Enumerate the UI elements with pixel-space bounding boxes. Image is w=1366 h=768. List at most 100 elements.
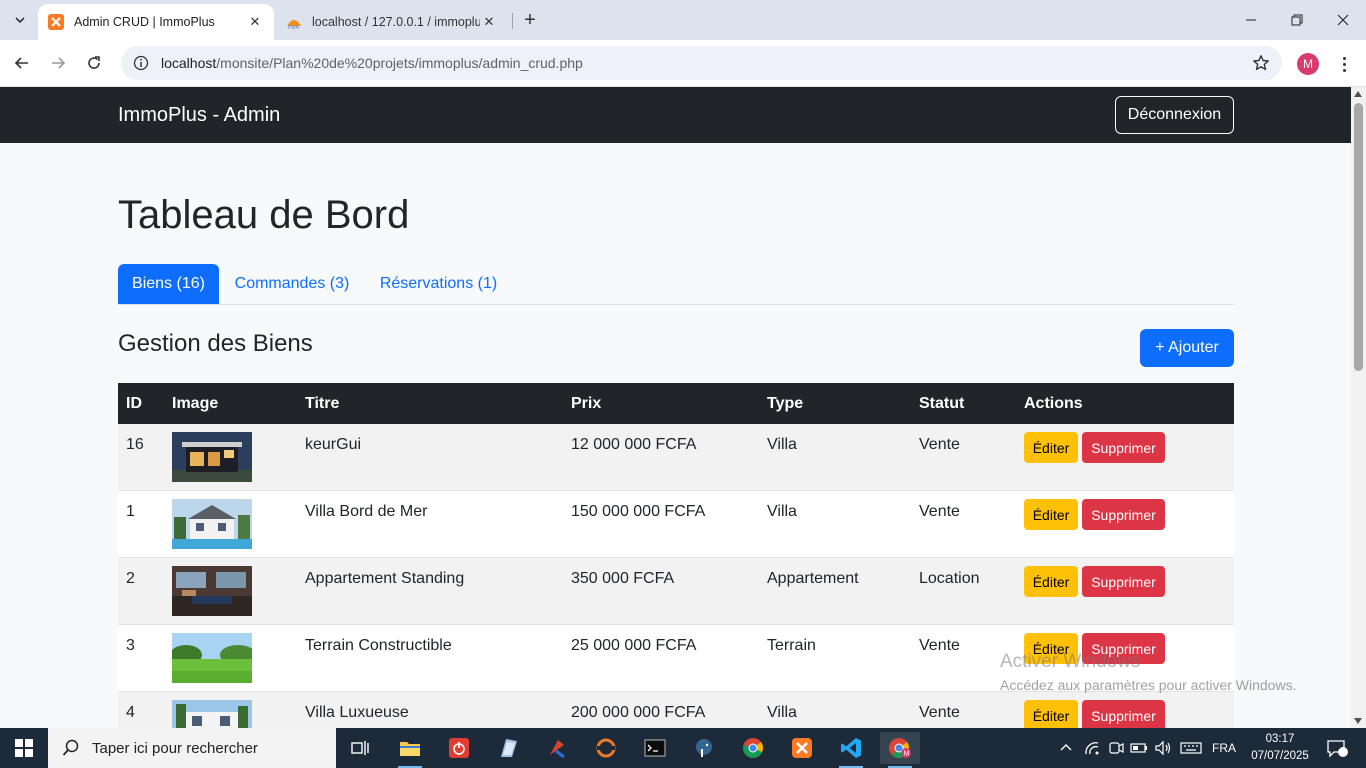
- cell-id: 3: [126, 637, 135, 654]
- tab-title: localhost / 127.0.0.1 / immoplus: [312, 15, 480, 29]
- taskbar-search-box[interactable]: Taper ici pour rechercher: [48, 728, 336, 768]
- battery-icon[interactable]: [1130, 740, 1148, 756]
- clock-time: 03:17: [1265, 733, 1295, 745]
- taskbar-xampp[interactable]: [782, 732, 822, 764]
- close-tab-icon[interactable]: ✕: [480, 13, 498, 31]
- chevron-up-icon[interactable]: [1058, 740, 1074, 756]
- property-thumbnail: [172, 499, 252, 549]
- edit-button[interactable]: Éditer: [1024, 499, 1078, 530]
- table-header: ID Image Titre Prix Type Statut Actions: [118, 383, 1234, 424]
- system-tray: FRA: [1058, 728, 1236, 768]
- delete-button[interactable]: Supprimer: [1082, 700, 1165, 728]
- logout-button[interactable]: Déconnexion: [1115, 96, 1234, 134]
- scroll-up-icon[interactable]: [1354, 91, 1362, 97]
- task-view-button[interactable]: [340, 732, 380, 764]
- cell-id: 16: [126, 436, 144, 453]
- taskbar-app-eclipse[interactable]: [586, 732, 626, 764]
- cell-prix: 200 000 000 FCFA: [571, 704, 706, 721]
- page-title: Tableau de Bord: [118, 193, 410, 237]
- site-info-icon[interactable]: [133, 55, 149, 71]
- activation-watermark-title: Activer Windows: [1000, 651, 1141, 672]
- notification-count: 2: [1335, 741, 1341, 752]
- chrome-profile-icon: M: [889, 738, 911, 758]
- tab-separator: [512, 13, 513, 29]
- add-property-button[interactable]: + Ajouter: [1140, 329, 1234, 367]
- cell-prix: 25 000 000 FCFA: [571, 637, 697, 654]
- delete-button[interactable]: Supprimer: [1082, 432, 1165, 463]
- xampp-icon: [792, 738, 812, 758]
- tab-reservations[interactable]: Réservations (1): [365, 264, 512, 304]
- tab-commandes[interactable]: Commandes (3): [219, 264, 365, 304]
- edit-button[interactable]: Éditer: [1024, 566, 1078, 597]
- windows-taskbar: Taper ici pour rechercher M FRA 03:17 07…: [0, 728, 1366, 768]
- edit-button[interactable]: Éditer: [1024, 432, 1078, 463]
- cell-prix: 150 000 000 FCFA: [571, 503, 706, 520]
- cell-type: Terrain: [767, 637, 816, 654]
- edit-button[interactable]: Éditer: [1024, 700, 1078, 728]
- arrow-right-icon: [52, 57, 66, 69]
- keyboard-icon[interactable]: [1180, 740, 1202, 756]
- page-scrollbar[interactable]: [1351, 87, 1366, 728]
- bookmark-star-icon[interactable]: [1252, 54, 1270, 72]
- taskbar-vscode[interactable]: [831, 732, 871, 768]
- network-icon[interactable]: [1084, 740, 1102, 756]
- cell-statut: Vente: [919, 503, 960, 520]
- scroll-down-icon[interactable]: [1354, 718, 1362, 724]
- browser-toolbar: localhost/monsite/Plan%20de%20projets/im…: [0, 40, 1366, 87]
- restore-button[interactable]: [1274, 0, 1320, 40]
- cell-titre: Villa Bord de Mer: [305, 503, 428, 520]
- property-thumbnail: [172, 432, 252, 482]
- chevron-down-icon: [15, 17, 25, 24]
- back-button[interactable]: [8, 49, 36, 77]
- property-thumbnail: [172, 566, 252, 616]
- brand-title[interactable]: ImmoPlus - Admin: [118, 104, 280, 127]
- meet-now-icon[interactable]: [1108, 740, 1124, 756]
- minimize-button[interactable]: [1228, 0, 1274, 40]
- taskbar-app-notes[interactable]: [488, 732, 528, 764]
- close-window-button[interactable]: [1320, 0, 1366, 40]
- delete-button[interactable]: Supprimer: [1082, 566, 1165, 597]
- taskbar-file-explorer[interactable]: [390, 732, 430, 768]
- header-image: Image: [172, 395, 219, 412]
- forward-button[interactable]: [44, 49, 72, 77]
- xampp-favicon-icon: [48, 14, 64, 30]
- cell-prix: 12 000 000 FCFA: [571, 436, 697, 453]
- search-placeholder: Taper ici pour rechercher: [92, 739, 258, 757]
- browser-tab-admin[interactable]: Admin CRUD | ImmoPlus ✕: [38, 4, 274, 40]
- cell-id: 4: [126, 704, 135, 721]
- taskbar-terminal[interactable]: [635, 732, 675, 764]
- browser-tab-phpmyadmin[interactable]: PMA localhost / 127.0.0.1 / immoplus ✕: [276, 4, 508, 40]
- arrow-left-icon: [14, 57, 28, 69]
- notification-center[interactable]: 2: [1322, 728, 1352, 768]
- taskbar-app-red[interactable]: [439, 732, 479, 764]
- volume-icon[interactable]: [1154, 740, 1172, 756]
- header-actions: Actions: [1024, 395, 1083, 412]
- taskbar-clock[interactable]: 03:17 07/07/2025: [1250, 731, 1310, 765]
- new-tab-button[interactable]: +: [518, 8, 542, 32]
- taskbar-chrome[interactable]: [733, 732, 773, 764]
- close-tab-icon[interactable]: ✕: [246, 13, 264, 31]
- power-app-icon: [449, 738, 469, 758]
- language-indicator[interactable]: FRA: [1212, 741, 1236, 755]
- taskbar-app-paint[interactable]: [537, 732, 577, 764]
- tab-biens[interactable]: Biens (16): [118, 264, 219, 304]
- cell-id: 2: [126, 570, 135, 587]
- table-row: 1 Villa Bord de Mer 150 000 000 FCFA Vil…: [118, 491, 1234, 558]
- address-bar[interactable]: localhost/monsite/Plan%20de%20projets/im…: [121, 46, 1282, 80]
- taskbar-chrome-profile[interactable]: M: [880, 732, 920, 768]
- profile-avatar[interactable]: M: [1297, 53, 1319, 75]
- taskbar-postgres[interactable]: [684, 732, 724, 764]
- reload-button[interactable]: [80, 49, 108, 77]
- vscode-icon: [841, 738, 861, 758]
- cell-type: Villa: [767, 503, 797, 520]
- scrollbar-thumb[interactable]: [1354, 103, 1363, 371]
- delete-button[interactable]: Supprimer: [1082, 499, 1165, 530]
- browser-menu-icon[interactable]: [1334, 51, 1354, 77]
- start-button[interactable]: [0, 728, 48, 768]
- tab-search-button[interactable]: [6, 6, 34, 34]
- paint-app-icon: [550, 740, 565, 759]
- cell-statut: Vente: [919, 704, 960, 721]
- cell-statut: Vente: [919, 436, 960, 453]
- eclipse-app-icon: [596, 738, 616, 758]
- chrome-icon: [743, 738, 763, 758]
